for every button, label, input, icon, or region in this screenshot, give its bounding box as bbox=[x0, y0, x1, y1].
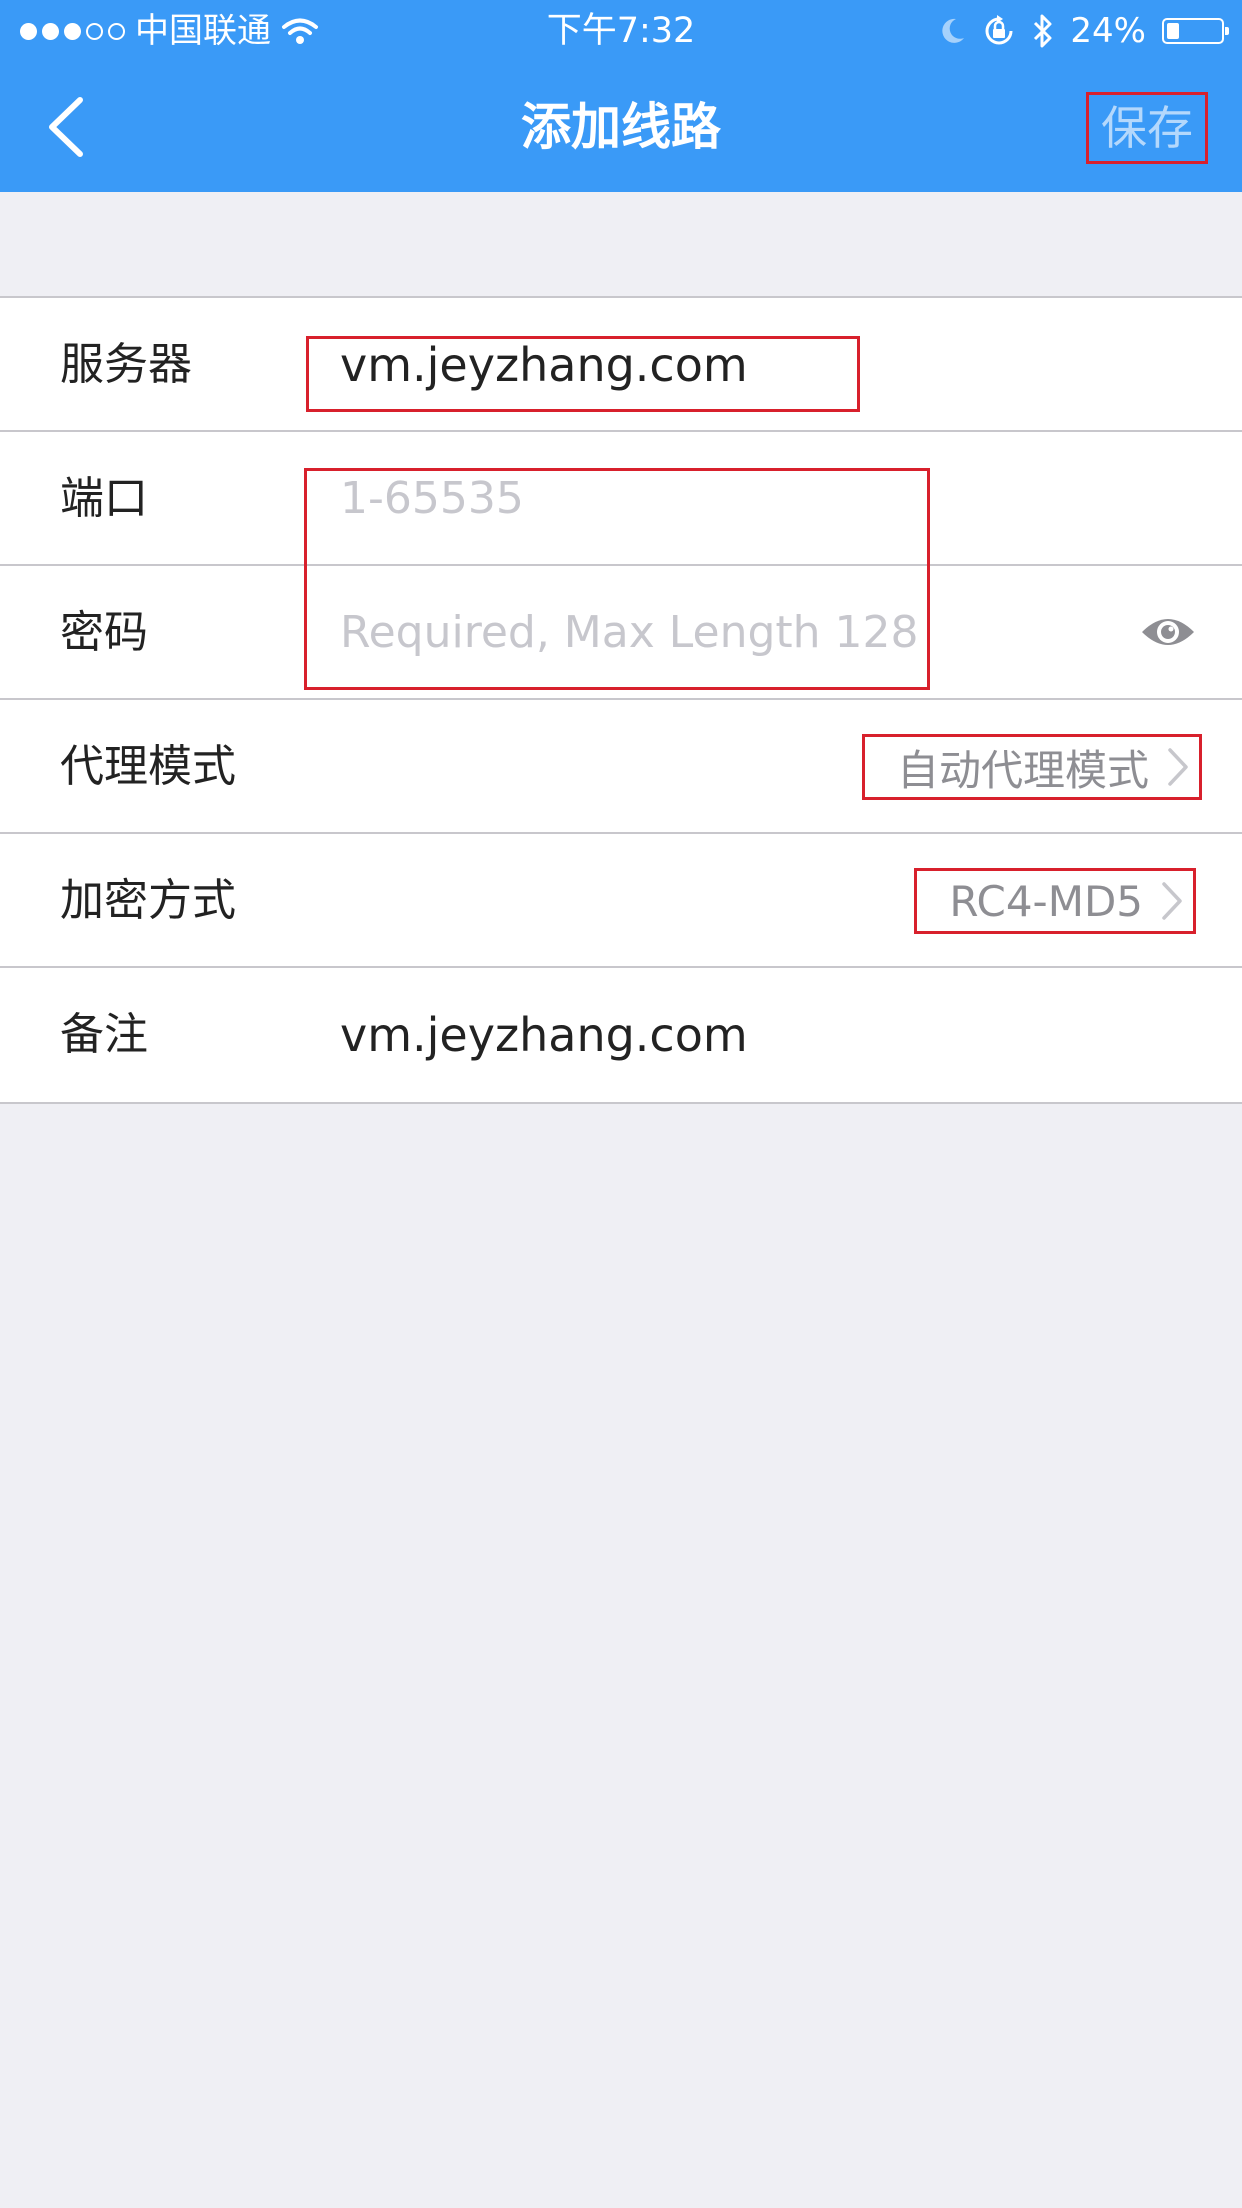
top-bar: 中国联通 下午7:32 24% 添加线路 保存 bbox=[0, 0, 1242, 192]
navigation-bar: 添加线路 保存 bbox=[0, 62, 1242, 192]
route-form: 服务器 vm.jeyzhang.com 端口 1-65535 密码 Requir… bbox=[0, 296, 1242, 1104]
moon-icon bbox=[942, 18, 965, 43]
rotation-lock-icon bbox=[985, 15, 1013, 45]
proxy-mode-select[interactable]: 自动代理模式 bbox=[861, 734, 1202, 800]
encryption-value: RC4-MD5 bbox=[949, 876, 1143, 926]
bluetooth-icon bbox=[1034, 14, 1052, 48]
port-label: 端口 bbox=[60, 473, 148, 524]
remark-input[interactable]: vm.jeyzhang.com bbox=[340, 968, 748, 1102]
status-right: 24% bbox=[938, 0, 1229, 62]
chevron-right-icon bbox=[1162, 882, 1182, 920]
encryption-row[interactable]: 加密方式 RC4-MD5 bbox=[0, 834, 1242, 968]
port-row[interactable]: 端口 1-65535 bbox=[0, 432, 1242, 566]
server-label: 服务器 bbox=[60, 339, 192, 390]
remark-label: 备注 bbox=[60, 1009, 148, 1060]
server-row[interactable]: 服务器 vm.jeyzhang.com bbox=[0, 298, 1242, 432]
battery-icon bbox=[1162, 18, 1229, 44]
proxy-mode-row[interactable]: 代理模式 自动代理模式 bbox=[0, 700, 1242, 834]
password-input[interactable]: Required, Max Length 128 bbox=[340, 566, 919, 700]
page-title: 添加线路 bbox=[521, 98, 721, 156]
chevron-right-icon bbox=[1168, 748, 1188, 786]
password-row[interactable]: 密码 Required, Max Length 128 bbox=[0, 566, 1242, 700]
remark-row[interactable]: 备注 vm.jeyzhang.com bbox=[0, 968, 1242, 1102]
server-input[interactable]: vm.jeyzhang.com bbox=[340, 298, 748, 432]
status-bar: 中国联通 下午7:32 24% bbox=[0, 0, 1242, 62]
password-label: 密码 bbox=[60, 607, 148, 658]
eye-icon[interactable] bbox=[1140, 610, 1196, 654]
port-input[interactable]: 1-65535 bbox=[340, 432, 524, 566]
battery-percent: 24% bbox=[1070, 11, 1146, 51]
save-button[interactable]: 保存 bbox=[1086, 92, 1208, 164]
encryption-select[interactable]: RC4-MD5 bbox=[914, 868, 1196, 934]
proxy-mode-value: 自动代理模式 bbox=[896, 745, 1149, 795]
proxy-mode-label: 代理模式 bbox=[60, 741, 236, 792]
encryption-label: 加密方式 bbox=[60, 875, 236, 926]
